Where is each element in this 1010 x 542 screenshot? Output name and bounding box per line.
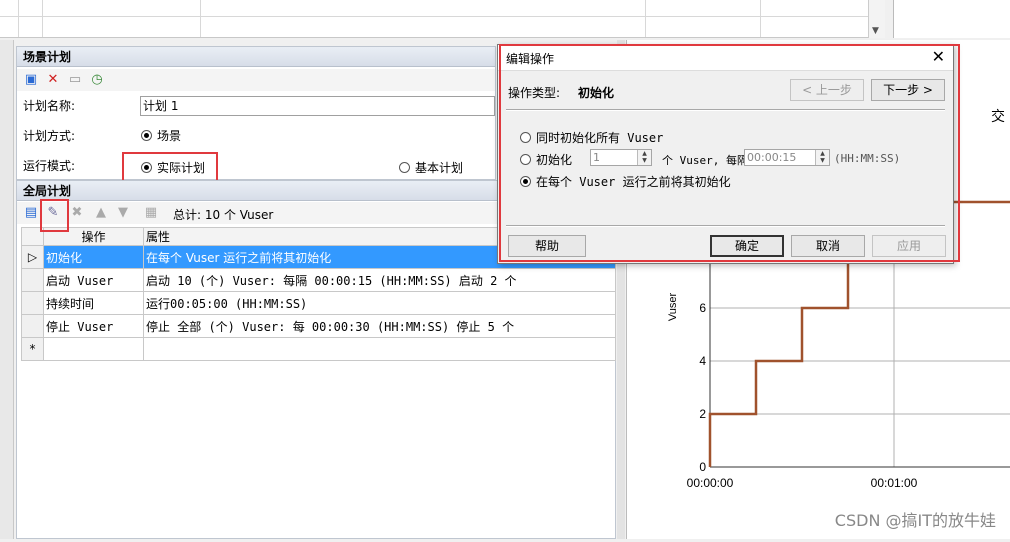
run-mode-basic-label: 基本计划: [415, 161, 464, 175]
table-row[interactable]: 停止 Vuser 停止 全部 (个) Vuser: 每 00:00:30 (HH…: [21, 314, 616, 338]
row-marker: *: [21, 337, 44, 361]
plan-name-input[interactable]: 计划 1: [140, 96, 495, 116]
grid-icon[interactable]: ▦: [143, 205, 159, 221]
table-row-new[interactable]: *: [21, 337, 616, 361]
total-vuser-label: 总计: 10 个 Vuser: [173, 208, 274, 222]
scenario-schedule-title: 场景计划: [17, 47, 495, 67]
top-grid: ▼: [0, 0, 885, 38]
y-tick-label: 4: [699, 354, 706, 368]
table-cell-property[interactable]: 运行00:05:00 (HH:MM:SS): [143, 291, 616, 315]
row-marker: [21, 268, 44, 292]
run-mode-radio-basic[interactable]: 基本计划: [399, 159, 463, 176]
table-cell-property[interactable]: 启动 10 (个) Vuser: 每隔 00:00:15 (HH:MM:SS) …: [143, 268, 616, 292]
table-cell-property[interactable]: 停止 全部 (个) Vuser: 每 00:00:30 (HH:MM:SS) 停…: [143, 314, 616, 338]
delete-action-icon[interactable]: ✖: [69, 205, 85, 221]
move-down-icon[interactable]: ▼: [115, 205, 131, 221]
y-tick-label: 0: [699, 460, 706, 474]
rename-icon[interactable]: ▭: [67, 72, 83, 88]
row-marker: [21, 314, 44, 338]
move-up-icon[interactable]: ▲: [93, 205, 109, 221]
add-action-icon[interactable]: ▤: [23, 205, 39, 221]
x-tick-label: 00:01:00: [871, 476, 918, 490]
table-cell-action[interactable]: 启动 Vuser: [43, 268, 144, 292]
highlight-dialog: [499, 44, 960, 262]
radio-checked-icon: [141, 130, 152, 141]
table-cell-property[interactable]: [143, 337, 616, 361]
top-grid-scrollbar[interactable]: ▼: [868, 0, 885, 38]
table-row[interactable]: 持续时间 运行00:05:00 (HH:MM:SS): [21, 291, 616, 315]
table-cell-action[interactable]: [43, 337, 144, 361]
table-cell-action[interactable]: 初始化: [43, 245, 144, 269]
clock-icon[interactable]: ◷: [89, 72, 105, 88]
y-axis-label: Vuser: [667, 293, 679, 322]
new-schedule-icon[interactable]: ▣: [23, 72, 39, 88]
delete-icon[interactable]: ✕: [45, 72, 61, 88]
plan-mode-radio-scenario[interactable]: 场景: [141, 127, 181, 144]
x-tick-label: 00:00:00: [687, 476, 734, 490]
plan-name-label: 计划名称:: [23, 99, 76, 113]
y-tick-label: 2: [699, 407, 706, 421]
plan-mode-label: 计划方式:: [23, 129, 76, 143]
table-row[interactable]: 启动 Vuser 启动 10 (个) Vuser: 每隔 00:00:15 (H…: [21, 268, 616, 292]
scenario-schedule-panel: 场景计划 ▣ ✕ ▭ ◷ 计划名称: 计划 1 计划方式: 场景 运行模式: 实…: [16, 46, 496, 180]
watermark: CSDN @搞IT的放牛娃: [834, 511, 996, 530]
plan-mode-option-label: 场景: [157, 129, 182, 143]
run-mode-label: 运行模式:: [23, 159, 76, 173]
chart-title: 交: [991, 109, 1005, 125]
highlight-edit-action: [40, 199, 69, 232]
row-marker: ▷: [21, 245, 44, 269]
scenario-toolbar: ▣ ✕ ▭ ◷: [17, 69, 495, 91]
chevron-down-icon[interactable]: ▼: [872, 26, 879, 36]
table-cell-action[interactable]: 持续时间: [43, 291, 144, 315]
left-edge-strip: [0, 40, 14, 539]
radio-unchecked-icon: [399, 162, 410, 173]
row-marker: [21, 291, 44, 315]
top-right-panel: [893, 0, 1010, 38]
table-cell-action[interactable]: 停止 Vuser: [43, 314, 144, 338]
y-tick-label: 6: [699, 301, 706, 315]
